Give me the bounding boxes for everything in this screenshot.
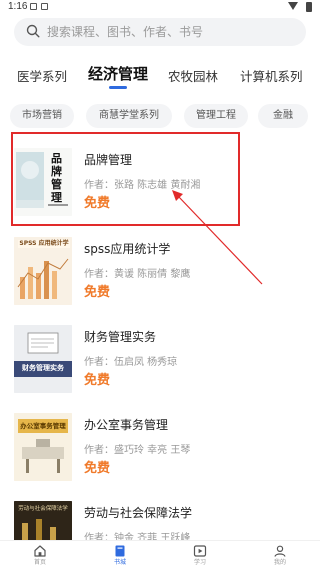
home-icon bbox=[34, 545, 46, 557]
nav-profile[interactable]: 我的 bbox=[250, 544, 310, 567]
book-icon bbox=[115, 545, 125, 557]
tab-computer[interactable]: 计算机系列 bbox=[240, 66, 303, 85]
chip-finance[interactable]: 金融 bbox=[258, 104, 308, 128]
nav-label: 书城 bbox=[113, 559, 126, 566]
tab-economics-management[interactable]: 经济管理 bbox=[88, 63, 149, 89]
chip-management-engineering[interactable]: 管理工程 bbox=[184, 104, 248, 128]
tab-label: 经济管理 bbox=[88, 65, 149, 83]
tab-agriculture[interactable]: 农牧园林 bbox=[168, 66, 218, 85]
status-bar: 1:16 bbox=[0, 0, 320, 14]
active-tab-indicator bbox=[109, 86, 127, 89]
tab-medicine[interactable]: 医学系列 bbox=[17, 66, 67, 85]
chip-marketing[interactable]: 市场营销 bbox=[10, 104, 74, 128]
book-cover-title: SPSS 应用统计学 bbox=[18, 240, 70, 248]
book-author: 作者：盛巧玲 幸亮 王琴 bbox=[84, 445, 191, 456]
nav-bookstore[interactable]: 书城 bbox=[90, 544, 150, 567]
book-cover-title: 财务管理实务 bbox=[22, 364, 64, 372]
book-price: 免费 bbox=[84, 461, 111, 476]
book-title: 劳动与社会保障法学 bbox=[84, 506, 193, 520]
nav-label: 首页 bbox=[33, 559, 46, 566]
book-cover-title: 办公室事务管理 bbox=[20, 422, 66, 430]
play-icon bbox=[193, 545, 207, 557]
book-cover: SPSS 应用统计学 bbox=[14, 237, 72, 305]
category-tabs: 医学系列 经济管理 农牧园林 计算机系列 bbox=[0, 62, 320, 89]
chip-shanghui-series[interactable]: 商慧学堂系列 bbox=[86, 104, 172, 128]
book-title: 财务管理实务 bbox=[84, 330, 157, 344]
book-title: spss应用统计学 bbox=[84, 242, 171, 256]
status-time: 1:16 bbox=[8, 1, 28, 12]
nav-study[interactable]: 学习 bbox=[170, 544, 230, 567]
notification-icon bbox=[41, 3, 48, 10]
book-price: 免费 bbox=[84, 285, 111, 300]
bottom-navigation: 首页 书城 学习 我的 bbox=[0, 540, 320, 568]
book-cover: 财务管理实务 bbox=[14, 325, 72, 393]
list-item[interactable]: SPSS 应用统计学 spss应用统计学 作者：黄谖 陈丽倩 黎鹰 免费 bbox=[0, 221, 320, 309]
nav-label: 学习 bbox=[193, 559, 206, 566]
search-icon bbox=[26, 24, 40, 38]
list-item[interactable]: 办公室事务管理 办公室事务管理 作者：盛巧玲 幸亮 王琴 免费 bbox=[0, 397, 320, 485]
notification-icon bbox=[30, 3, 37, 10]
highlight-box bbox=[11, 132, 240, 226]
book-cover: 办公室事务管理 bbox=[14, 413, 72, 481]
battery-icon bbox=[306, 2, 312, 12]
book-cover-art bbox=[14, 325, 72, 393]
wifi-icon bbox=[288, 2, 298, 10]
tab-label: 计算机系列 bbox=[240, 69, 303, 84]
list-item[interactable]: 财务管理实务 财务管理实务 作者：伍启凤 杨秀琼 免费 bbox=[0, 309, 320, 397]
search-input[interactable] bbox=[47, 21, 297, 43]
tab-label: 医学系列 bbox=[17, 69, 68, 84]
book-title: 办公室事务管理 bbox=[84, 418, 169, 432]
book-author: 作者：伍启凤 杨秀琼 bbox=[84, 357, 178, 368]
tab-label: 农牧园林 bbox=[168, 69, 219, 84]
search-bar[interactable] bbox=[14, 18, 306, 46]
nav-home[interactable]: 首页 bbox=[10, 544, 70, 567]
book-cover-title: 劳动与社会保障法学 bbox=[18, 506, 68, 512]
book-price: 免费 bbox=[84, 373, 111, 388]
user-icon bbox=[274, 545, 286, 557]
subcategory-chips: 市场营销 商慧学堂系列 管理工程 金融 bbox=[0, 104, 320, 130]
nav-label: 我的 bbox=[273, 559, 286, 566]
book-author: 作者：黄谖 陈丽倩 黎鹰 bbox=[84, 269, 191, 280]
